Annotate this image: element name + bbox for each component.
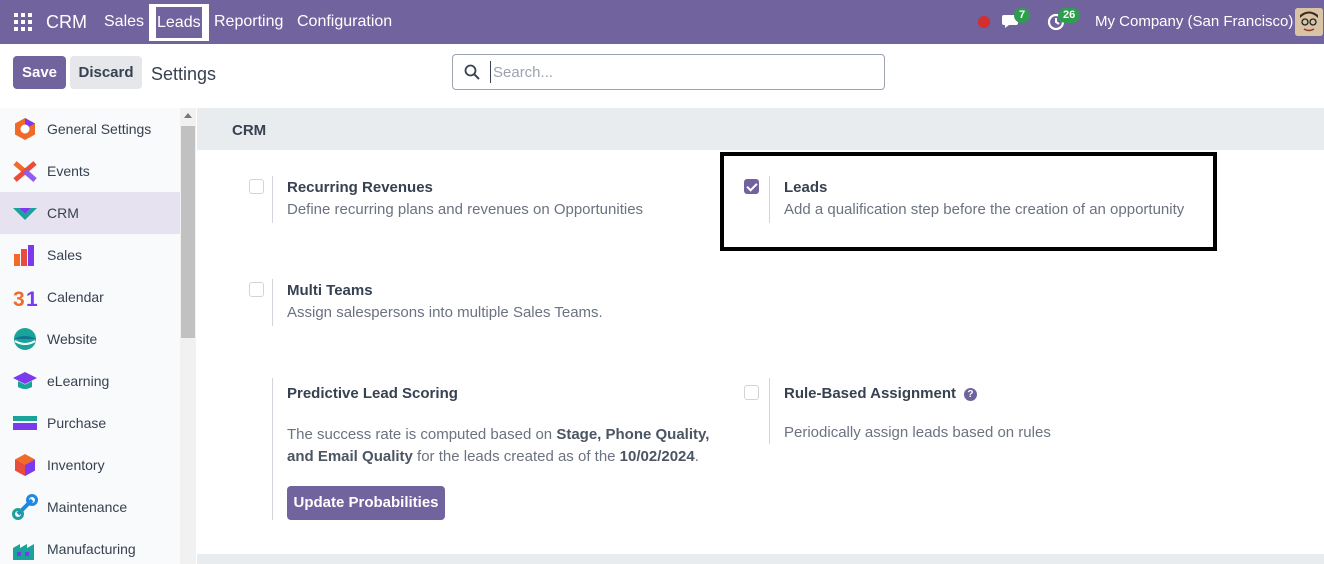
menu-configuration[interactable]: Configuration: [289, 0, 400, 44]
top-navbar: CRM Sales Leads Reporting Configuration …: [0, 0, 1324, 44]
multi-teams-desc: Assign salespersons into multiple Sales …: [287, 304, 603, 321]
predictive-scoring-desc: The success rate is computed based on St…: [287, 424, 709, 468]
predictive-desc-text: The success rate is computed based on: [287, 426, 557, 443]
sidebar-item-general-settings[interactable]: General Settings: [0, 108, 180, 150]
predictive-desc-text-2: for the leads created as of the: [412, 448, 620, 465]
sidebar-item-calendar[interactable]: 3 1 Calendar: [0, 276, 180, 318]
sidebar-item-label: Events: [47, 163, 90, 179]
sidebar-item-website[interactable]: Website: [0, 318, 180, 360]
calendar-icon: 3 1: [13, 288, 38, 310]
save-button[interactable]: Save: [13, 56, 66, 89]
settings-sidebar: General Settings Events CRM Sales 3 1 Ca…: [0, 108, 196, 564]
sidebar-item-purchase[interactable]: Purchase: [0, 402, 180, 444]
svg-text:1: 1: [26, 288, 38, 310]
sidebar-item-label: Purchase: [47, 415, 107, 431]
svg-text:3: 3: [13, 288, 25, 310]
predictive-desc-date: 10/02/2024: [619, 448, 695, 465]
sidebar-item-label: eLearning: [47, 373, 110, 389]
recurring-revenues-desc: Define recurring plans and revenues on O…: [287, 201, 644, 218]
predictive-desc-fields: Stage, Phone Quality,: [556, 426, 710, 443]
sidebar-item-label: Inventory: [47, 457, 105, 473]
sidebar-item-label: Manufacturing: [47, 541, 136, 557]
sidebar-item-maintenance[interactable]: Maintenance: [0, 486, 180, 528]
app-brand[interactable]: CRM: [46, 12, 87, 33]
inventory-icon: [15, 454, 35, 476]
setting-divider: [272, 176, 273, 223]
highlight-frame: [720, 152, 1217, 251]
sidebar-item-inventory[interactable]: Inventory: [0, 444, 180, 486]
sidebar-item-label: Website: [47, 331, 98, 347]
rule-based-assignment-desc: Periodically assign leads based on rules: [784, 424, 1051, 441]
help-icon[interactable]: ?: [963, 388, 977, 401]
predictive-scoring-title: Predictive Lead Scoring: [287, 385, 458, 402]
control-panel: Save Discard Settings: [0, 44, 1324, 108]
activities-badge: 26: [1058, 8, 1081, 23]
menu-leads[interactable]: Leads: [149, 4, 209, 41]
crm-icon: [13, 208, 37, 220]
section-header: CRM: [197, 108, 1324, 150]
apps-menu-icon[interactable]: [14, 13, 32, 31]
sidebar-item-label: Calendar: [47, 289, 104, 305]
search-input[interactable]: [490, 61, 870, 83]
multi-teams-checkbox[interactable]: [249, 282, 264, 297]
sidebar-item-label: Sales: [47, 247, 83, 263]
section-title: CRM: [232, 122, 267, 139]
purchase-icon: [13, 416, 37, 430]
update-probabilities-button[interactable]: Update Probabilities: [287, 486, 445, 520]
search-box: [452, 54, 885, 90]
scroll-up-arrow-icon[interactable]: [184, 113, 192, 118]
recurring-revenues-title: Recurring Revenues: [287, 179, 433, 196]
user-avatar[interactable]: [1295, 8, 1323, 36]
rule-based-assignment-label: Rule-Based Assignment: [784, 385, 956, 402]
company-switcher[interactable]: My Company (San Francisco): [1095, 13, 1293, 30]
predictive-desc-end: .: [694, 448, 699, 465]
rule-based-assignment-title: Rule-Based Assignment?: [784, 385, 977, 402]
sidebar-item-events[interactable]: Events: [0, 150, 180, 192]
menu-reporting[interactable]: Reporting: [206, 0, 291, 44]
sidebar-item-crm[interactable]: CRM: [0, 192, 180, 234]
sidebar-scroll-thumb[interactable]: [181, 126, 195, 338]
discard-button[interactable]: Discard: [70, 56, 142, 89]
setting-divider: [769, 378, 770, 444]
general-settings-icon: [15, 118, 35, 140]
predictive-desc-fields-2: and Email Quality: [287, 448, 413, 465]
search-icon: [464, 64, 480, 80]
multi-teams-title: Multi Teams: [287, 282, 373, 299]
messages-badge: 7: [1014, 8, 1031, 23]
page-title: Settings: [151, 64, 217, 84]
sidebar-item-label: General Settings: [47, 121, 152, 137]
setting-divider: [272, 378, 273, 520]
sidebar-item-sales[interactable]: Sales: [0, 234, 180, 276]
events-icon: [13, 161, 37, 182]
elearning-icon: [13, 372, 37, 389]
rule-based-assignment-checkbox[interactable]: [744, 385, 759, 400]
sidebar-item-manufacturing[interactable]: Manufacturing: [0, 528, 180, 564]
website-icon: [14, 328, 36, 350]
section-bottom-strip: [197, 554, 1324, 564]
menu-leads-label: Leads: [156, 7, 202, 38]
manufacturing-icon: [13, 544, 34, 560]
recurring-revenues-checkbox[interactable]: [249, 179, 264, 194]
sidebar-item-label: Maintenance: [47, 499, 128, 515]
menu-sales[interactable]: Sales: [96, 0, 152, 44]
sidebar-item-label: CRM: [47, 205, 79, 221]
sales-icon: [14, 245, 34, 266]
setting-divider: [272, 279, 273, 326]
record-icon[interactable]: [978, 16, 990, 28]
sidebar-item-elearning[interactable]: eLearning: [0, 360, 180, 402]
maintenance-icon: [12, 494, 38, 520]
